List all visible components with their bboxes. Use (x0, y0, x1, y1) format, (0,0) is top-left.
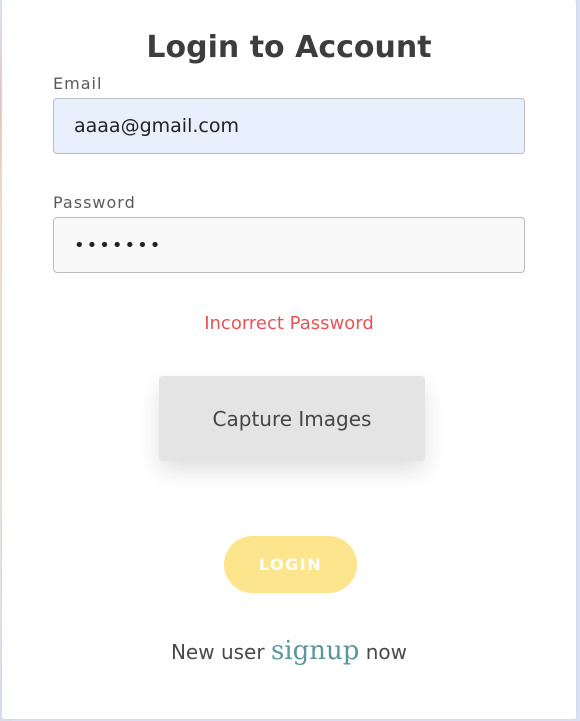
capture-images-button[interactable]: Capture Images (159, 376, 425, 461)
signup-suffix: now (365, 640, 408, 664)
email-field[interactable] (53, 98, 525, 154)
page-title: Login to Account (146, 30, 432, 65)
login-card: Login to Account Email Password Incorrec… (2, 0, 576, 719)
error-message: Incorrect Password (204, 313, 374, 334)
password-label: Password (53, 193, 136, 212)
signup-prompt: New user signup now (2, 634, 576, 669)
signup-link[interactable]: signup (271, 636, 359, 666)
email-label: Email (53, 74, 103, 93)
password-field[interactable] (53, 217, 525, 273)
signup-prefix: New user (170, 640, 265, 664)
login-button[interactable]: LOGIN (224, 536, 357, 593)
